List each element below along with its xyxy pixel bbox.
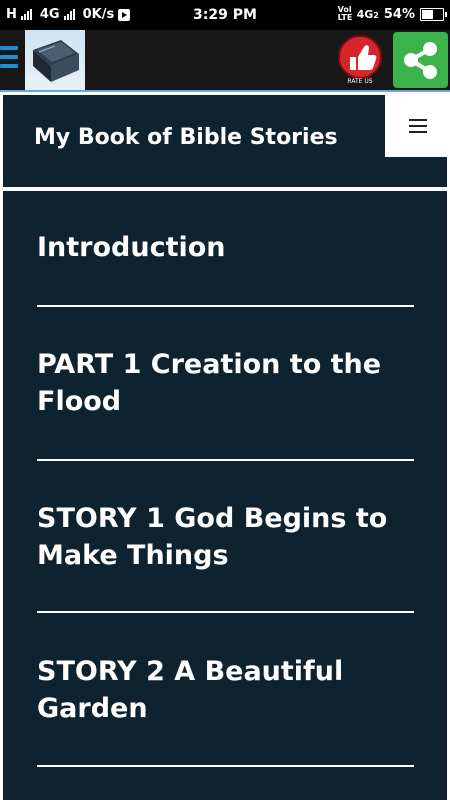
header-divider <box>3 187 447 191</box>
app-bar: RATE US <box>0 30 450 90</box>
hamburger-icon[interactable] <box>0 46 18 72</box>
nav-toggle-button[interactable] <box>385 95 447 157</box>
list-item-label[interactable]: Introduction <box>37 229 417 266</box>
app-bar-divider <box>0 90 450 92</box>
battery-icon <box>420 7 447 21</box>
volte-label: Vol LTE <box>337 5 353 22</box>
rate-us-button[interactable]: RATE US <box>334 33 386 85</box>
list-divider <box>37 459 414 461</box>
list-divider <box>37 305 414 307</box>
status-right: Vol LTE 4G2 54% <box>337 5 447 22</box>
page-title: My Book of Bible Stories <box>34 125 338 150</box>
list-item-label[interactable]: STORY 1 God Begins to Make Things <box>37 500 417 574</box>
list-item-label[interactable]: PART 1 Creation to the Flood <box>37 346 417 420</box>
page-header: My Book of Bible Stories <box>3 95 447 187</box>
battery-percent: 54% <box>383 6 415 22</box>
list-item-label[interactable]: STORY 2 A Beautiful Garden <box>37 653 417 727</box>
network-type-label: 4G2 <box>356 7 379 21</box>
book-icon <box>25 30 85 90</box>
list-divider <box>37 765 414 767</box>
list-divider <box>37 611 414 613</box>
status-bar: H 4G 0K/s 3:29 PM Vol LTE 4G2 54% <box>0 0 450 30</box>
share-button[interactable] <box>393 32 448 88</box>
rate-us-caption: RATE US <box>347 78 372 85</box>
content-panel: My Book of Bible Stories Introduction PA… <box>3 95 447 800</box>
share-icon <box>404 42 437 79</box>
